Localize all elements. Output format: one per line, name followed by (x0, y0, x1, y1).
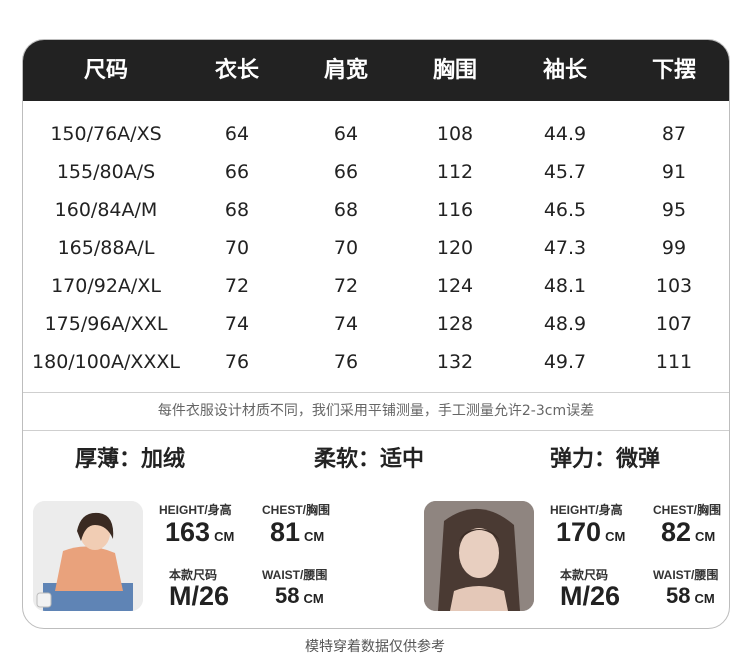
cell-sleeve: 48.1 (543, 275, 587, 297)
model-card-2: HEIGHT/身高 170 CM CHEST/胸围 82 CM 本款尺码 M/26 … (376, 499, 729, 613)
model-photo (424, 501, 534, 611)
cell-chest: 132 (436, 351, 474, 373)
waist-value: 58 CM (666, 583, 715, 608)
cell-shoulder: 66 (333, 161, 359, 183)
cell-chest: 120 (436, 237, 474, 259)
table-row: 165/88A/L 70 70 120 47.3 99 (23, 229, 729, 267)
cell-sleeve: 47.3 (543, 237, 587, 259)
size-value: M/26 (560, 581, 621, 611)
cell-size: 175/96A/XXL (44, 313, 168, 335)
header-size: 尺码 (83, 58, 128, 83)
chest-value: 81 CM (270, 517, 325, 547)
header-chest: 胸围 (432, 58, 477, 83)
measurement-note: 每件衣服设计材质不同，我们采用平铺测量，手工测量允许2-3cm误差 (157, 403, 595, 419)
cell-chest: 112 (436, 161, 474, 183)
cell-shoulder: 70 (333, 237, 359, 259)
reference-footer: 模特穿着数据仅供参考 (305, 639, 445, 655)
waist-label: WAIST/腰围 (262, 568, 328, 582)
cell-shoulder: 64 (333, 123, 359, 145)
header-hem: 下摆 (651, 58, 696, 83)
cell-sleeve: 45.7 (543, 161, 587, 183)
chest-value: 82 CM (661, 517, 716, 547)
model-photo (33, 501, 143, 611)
cell-hem: 103 (655, 275, 693, 297)
cell-chest: 116 (436, 199, 474, 221)
height-label: HEIGHT/身高 (550, 503, 623, 517)
cell-length: 76 (224, 351, 250, 373)
model-card-1: HEIGHT/身高 163 CM CHEST/胸围 81 CM 本款尺码 M/26 … (23, 499, 376, 613)
table-row: 175/96A/XXL 74 74 128 48.9 107 (23, 305, 729, 343)
table-row: 160/84A/M 68 68 116 46.5 95 (23, 191, 729, 229)
header-shoulder: 肩宽 (323, 58, 368, 83)
height-value: 170 CM (556, 517, 626, 547)
chest-label: CHEST/胸围 (262, 503, 331, 517)
cell-hem: 107 (655, 313, 693, 335)
table-row: 180/100A/XXXL 76 76 132 49.7 111 (23, 343, 729, 381)
height-value: 163 CM (165, 517, 235, 547)
size-value: M/26 (169, 581, 230, 611)
cell-size: 180/100A/XXXL (32, 351, 180, 373)
header-length: 衣长 (214, 58, 259, 83)
cell-shoulder: 76 (333, 351, 359, 373)
cell-length: 66 (224, 161, 250, 183)
cell-hem: 91 (661, 161, 687, 183)
attribute-softness: 柔软：适中 (314, 447, 425, 472)
chest-label: CHEST/胸围 (653, 503, 722, 517)
cell-size: 160/84A/M (54, 199, 158, 221)
attribute-thickness: 厚薄：加绒 (75, 447, 186, 472)
cell-length: 64 (224, 123, 250, 145)
table-header: 尺码 衣长 肩宽 胸围 袖长 下摆 (23, 40, 729, 101)
cell-sleeve: 49.7 (543, 351, 587, 373)
cell-size: 165/88A/L (57, 237, 155, 259)
cell-hem: 87 (661, 123, 687, 145)
waist-label: WAIST/腰围 (653, 568, 719, 582)
cell-sleeve: 48.9 (543, 313, 587, 335)
cell-chest: 124 (436, 275, 474, 297)
cell-shoulder: 72 (333, 275, 359, 297)
cell-size: 170/92A/XL (51, 275, 161, 297)
table-row: 170/92A/XL 72 72 124 48.1 103 (23, 267, 729, 305)
cell-hem: 111 (655, 351, 693, 373)
cell-hem: 99 (661, 237, 687, 259)
cell-chest: 108 (436, 123, 474, 145)
cell-length: 72 (224, 275, 250, 297)
cell-chest: 128 (436, 313, 474, 335)
table-row: 155/80A/S 66 66 112 45.7 91 (23, 153, 729, 191)
cell-sleeve: 46.5 (543, 199, 587, 221)
table-row: 150/76A/XS 64 64 108 44.9 87 (23, 115, 729, 153)
height-label: HEIGHT/身高 (159, 503, 232, 517)
cell-length: 74 (224, 313, 250, 335)
waist-value: 58 CM (275, 583, 324, 608)
cell-length: 68 (224, 199, 250, 221)
cell-sleeve: 44.9 (543, 123, 587, 145)
attribute-elasticity: 弹力：微弹 (550, 447, 661, 472)
cell-size: 150/76A/XS (50, 123, 162, 145)
cell-shoulder: 74 (333, 313, 359, 335)
size-chart-card: 尺码 衣长 肩宽 胸围 袖长 下摆 150/76A/XS 64 64 108 4… (22, 39, 730, 629)
cell-size: 155/80A/S (56, 161, 156, 183)
cell-shoulder: 68 (333, 199, 359, 221)
cell-hem: 95 (661, 199, 687, 221)
cell-length: 70 (224, 237, 250, 259)
header-sleeve: 袖长 (542, 58, 587, 83)
